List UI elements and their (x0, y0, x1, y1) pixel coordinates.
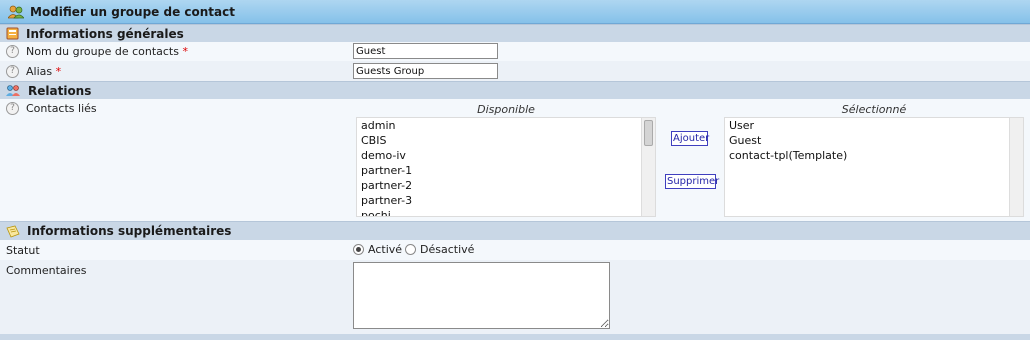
page-title: Modifier un groupe de contact (30, 4, 235, 19)
section-relations-title: Relations (28, 83, 92, 98)
section-general: Informations générales (0, 24, 1030, 42)
selected-scrollbar[interactable] (1009, 118, 1023, 216)
footer-bar (0, 334, 1030, 340)
help-icon[interactable]: ? (6, 64, 19, 78)
scroll-thumb[interactable] (644, 120, 653, 146)
list-item[interactable]: partner-3 (357, 193, 655, 208)
comments-label: Commentaires (6, 264, 87, 277)
section-additional-title: Informations supplémentaires (27, 224, 232, 238)
group-name-input[interactable] (353, 43, 498, 59)
list-item[interactable]: User (725, 118, 1023, 133)
group-name-row: ? Nom du groupe de contacts * (0, 42, 1030, 61)
alias-input[interactable] (353, 63, 498, 79)
book-icon (6, 27, 19, 40)
linked-contacts-label: Contacts liés (26, 102, 97, 115)
help-icon[interactable]: ? (6, 102, 19, 115)
group-name-label: Nom du groupe de contacts * (26, 45, 188, 58)
remove-button[interactable]: Supprimer (665, 174, 719, 189)
status-row: Statut (0, 240, 1030, 260)
status-inactive-label: Désactivé (420, 243, 475, 256)
alias-row: ? Alias * (0, 61, 1030, 81)
comments-textarea[interactable] (353, 262, 610, 329)
help-icon[interactable]: ? (6, 45, 19, 58)
status-active-radio[interactable] (353, 244, 364, 255)
list-item[interactable]: demo-iv (357, 148, 655, 163)
users-icon (6, 85, 20, 96)
list-item[interactable]: CBIS (357, 133, 655, 148)
add-button[interactable]: Ajouter (671, 131, 709, 146)
section-general-title: Informations générales (26, 26, 184, 41)
section-additional: Informations supplémentaires (0, 221, 1030, 240)
notes-icon (6, 225, 20, 238)
status-active-label: Activé (368, 243, 403, 256)
selected-header: Sélectionné (841, 103, 907, 116)
available-header: Disponible (477, 103, 535, 116)
selected-contacts-list[interactable]: User Guest contact-tpl(Template) (724, 117, 1024, 217)
alias-label: Alias * (26, 64, 62, 78)
status-radio-group: Activé Désactivé (353, 243, 474, 256)
list-item[interactable]: Guest (725, 133, 1023, 148)
status-label: Statut (6, 243, 40, 257)
list-item[interactable]: admin (357, 118, 655, 133)
group-icon (8, 5, 24, 18)
list-item[interactable]: partner-2 (357, 178, 655, 193)
status-inactive-radio[interactable] (405, 244, 417, 255)
available-contacts-list[interactable]: admin CBIS demo-iv partner-1 partner-2 partne… (356, 117, 656, 217)
list-item[interactable]: pochi (357, 208, 655, 216)
list-item[interactable]: partner-1 (357, 163, 655, 178)
available-scrollbar[interactable] (641, 118, 655, 216)
section-relations: Relations (0, 81, 1030, 99)
list-item[interactable]: contact-tpl(Template) (725, 148, 1023, 163)
page-header: Modifier un groupe de contact (0, 0, 1030, 24)
